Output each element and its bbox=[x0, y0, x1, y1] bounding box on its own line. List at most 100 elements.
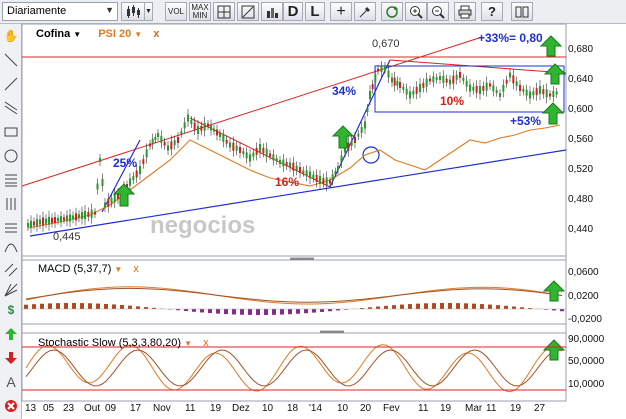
compare-button[interactable] bbox=[261, 2, 283, 21]
stoch-k-line bbox=[25, 344, 563, 393]
hand-tool-button[interactable]: ✋ bbox=[2, 26, 20, 46]
candle-body bbox=[123, 186, 125, 192]
macd-histogram-bar bbox=[264, 309, 268, 315]
candle-body bbox=[120, 191, 122, 194]
chevron-down-icon[interactable]: ▼ bbox=[184, 339, 192, 348]
x-axis-label: 13 bbox=[25, 403, 37, 414]
candle-body bbox=[380, 66, 383, 72]
candle-body bbox=[325, 177, 328, 186]
macd-histogram-bar bbox=[136, 306, 140, 309]
macd-histogram-bar bbox=[336, 309, 340, 311]
candle-body bbox=[60, 216, 62, 223]
candle-body bbox=[499, 93, 501, 97]
chart-canvas[interactable]: ▬▬▬ ▬▬▬ negocios bbox=[0, 0, 626, 419]
fibonacci-tool-button[interactable] bbox=[2, 170, 20, 190]
zoom-in-button[interactable] bbox=[405, 2, 427, 21]
compare-name[interactable]: PSI 20 bbox=[98, 28, 131, 40]
chart-type-dropdown[interactable]: ▼ bbox=[145, 2, 153, 21]
maxmin-button[interactable]: MAX MIN bbox=[189, 2, 211, 21]
candle-body bbox=[509, 72, 511, 78]
high-label: 0,670 bbox=[372, 38, 400, 50]
annotate-button[interactable] bbox=[354, 2, 376, 21]
delete-tool-button[interactable] bbox=[2, 396, 20, 416]
ellipse-tool-button[interactable] bbox=[2, 146, 20, 166]
candle-body bbox=[299, 167, 301, 173]
candle-body bbox=[272, 154, 275, 161]
candle-body bbox=[187, 114, 189, 122]
chart-type-button[interactable] bbox=[121, 2, 145, 21]
channel-tool-button[interactable] bbox=[2, 98, 20, 118]
arc-tool-button[interactable] bbox=[2, 236, 20, 256]
candle-body bbox=[33, 221, 35, 226]
candle-body bbox=[347, 142, 350, 151]
candle-body bbox=[163, 141, 166, 146]
parallel-tool-button[interactable] bbox=[2, 260, 20, 280]
help-button[interactable]: ? bbox=[481, 2, 503, 21]
macd-histogram-bar bbox=[456, 303, 460, 309]
remove-compare-button[interactable]: x bbox=[153, 28, 159, 40]
candle-body bbox=[515, 81, 518, 87]
macd-label[interactable]: MACD (5,37,7) bbox=[38, 263, 111, 275]
stoch-legend: Stochastic Slow (5,3,3,80,20) ▼ x bbox=[38, 337, 209, 349]
ray-tool-button[interactable] bbox=[2, 74, 20, 94]
macd-histogram-bar bbox=[280, 309, 284, 315]
stoch-label[interactable]: Stochastic Slow (5,3,3,80,20) bbox=[38, 337, 181, 349]
candle-body bbox=[555, 91, 558, 95]
print-button[interactable] bbox=[454, 2, 476, 21]
candle-body bbox=[255, 147, 258, 155]
pct-16-label: 16% bbox=[275, 175, 300, 189]
candlestick-icon bbox=[127, 4, 140, 18]
candle-body bbox=[350, 140, 353, 146]
candle-body bbox=[419, 84, 421, 92]
candle-body bbox=[331, 174, 334, 181]
down-arrow-tool-button[interactable] bbox=[2, 348, 20, 368]
candle-body bbox=[475, 85, 478, 93]
candle-body bbox=[425, 78, 428, 87]
fan-tool-button[interactable] bbox=[2, 280, 20, 300]
main-y-label: 0,600 bbox=[568, 104, 594, 115]
scale-button[interactable] bbox=[237, 2, 259, 21]
crosshair-button[interactable]: + bbox=[330, 2, 352, 21]
daily-button[interactable]: D bbox=[283, 2, 303, 21]
line-tool-button[interactable] bbox=[2, 50, 20, 70]
candle-body bbox=[452, 75, 455, 84]
candle-body bbox=[302, 170, 305, 174]
candle-body bbox=[173, 140, 176, 146]
pct-10-label: 10% bbox=[440, 94, 465, 108]
candle-body bbox=[377, 68, 379, 72]
candle-body bbox=[485, 82, 488, 91]
macd-histogram-bar bbox=[32, 304, 36, 309]
pan-button[interactable] bbox=[381, 2, 403, 21]
remove-stoch-button[interactable]: x bbox=[203, 337, 209, 349]
splitter-bottom: ▬▬▬ bbox=[320, 326, 344, 335]
dollar-tool-button[interactable]: $ bbox=[2, 300, 20, 320]
macd-histogram-bar bbox=[40, 303, 44, 309]
chevron-down-icon[interactable]: ▼ bbox=[134, 30, 142, 39]
rectangle-tool-button[interactable] bbox=[2, 122, 20, 142]
candle-body bbox=[84, 211, 86, 219]
macd-histogram-bar bbox=[376, 306, 380, 309]
candle-body bbox=[445, 78, 448, 83]
symbol-name[interactable]: Cofina bbox=[36, 28, 70, 40]
macd-histogram-bar bbox=[184, 309, 188, 312]
grid-button[interactable] bbox=[213, 2, 235, 21]
x-axis-label: Fev bbox=[383, 403, 400, 414]
text-tool-button[interactable]: A bbox=[2, 372, 20, 392]
gann-tool-button[interactable] bbox=[2, 194, 20, 214]
macd-histogram-bar bbox=[392, 305, 396, 309]
remove-macd-button[interactable]: x bbox=[133, 263, 139, 275]
candle-body bbox=[216, 129, 218, 136]
volume-button[interactable]: VOL bbox=[165, 2, 187, 21]
parallel-lines-icon bbox=[4, 263, 18, 277]
x-axis-label: 19 bbox=[440, 403, 452, 414]
lines-tool-button[interactable] bbox=[2, 218, 20, 238]
chevron-down-icon[interactable]: ▼ bbox=[114, 265, 122, 274]
green-up-arrow-icon bbox=[112, 183, 136, 207]
period-select[interactable]: Diariamente ▼ bbox=[2, 2, 118, 21]
candle-body bbox=[222, 134, 225, 142]
line-button[interactable]: L bbox=[305, 2, 325, 21]
chevron-down-icon[interactable]: ▼ bbox=[73, 30, 81, 39]
up-arrow-tool-button[interactable] bbox=[2, 324, 20, 344]
book-button[interactable] bbox=[511, 2, 533, 21]
zoom-out-button[interactable] bbox=[427, 2, 449, 21]
